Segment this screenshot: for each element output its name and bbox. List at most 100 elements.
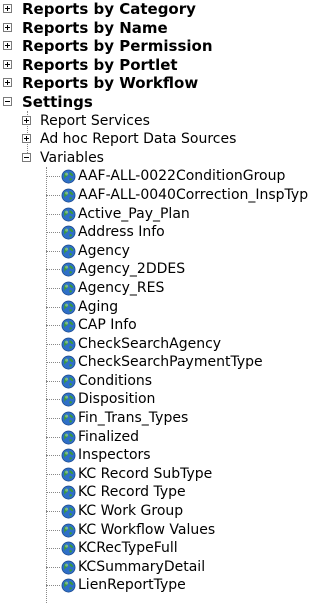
variable-item[interactable]: Active_Pay_Plan <box>0 205 336 224</box>
variable-item-label[interactable]: KC Record SubType <box>78 465 212 484</box>
variable-item-label[interactable]: CheckSearchPaymentType <box>78 353 263 372</box>
tree-item-adhoc-data-sources[interactable]: Ad hoc Report Data Sources <box>0 130 336 149</box>
variable-item[interactable]: Inspectors <box>0 446 336 465</box>
tree-connector-line <box>46 232 60 234</box>
tree-connector-line <box>46 548 60 550</box>
expand-icon[interactable] <box>3 22 12 32</box>
variable-item-label[interactable]: CheckSearchAgency <box>78 335 221 354</box>
tree-connector-line <box>46 566 60 568</box>
variable-item[interactable]: Conditions <box>0 372 336 391</box>
variable-item-label[interactable]: Active_Pay_Plan <box>78 205 190 224</box>
variable-item[interactable]: Disposition <box>0 390 336 409</box>
variable-item-label[interactable]: Disposition <box>78 390 155 409</box>
variable-item-label[interactable]: Conditions <box>78 372 152 391</box>
tree-item-reports-by-name[interactable]: Reports by Name <box>0 19 336 38</box>
variable-item[interactable]: KC Record SubType <box>0 465 336 484</box>
expand-icon[interactable] <box>3 78 12 88</box>
tree-item-label[interactable]: Settings <box>22 93 93 112</box>
tree-item-label[interactable]: Report Services <box>40 112 150 131</box>
expand-icon[interactable] <box>3 41 12 51</box>
tree-connector-line <box>46 250 60 252</box>
globe-icon <box>61 281 76 296</box>
tree-connector-line <box>46 343 60 345</box>
variable-item-label[interactable]: AAF-ALL-0022ConditionGroup <box>78 167 285 186</box>
tree-connector-line <box>46 287 60 289</box>
variable-item-label[interactable]: Fin_Trans_Types <box>78 409 188 428</box>
tree-item-label[interactable]: Reports by Permission <box>22 37 213 56</box>
globe-icon <box>61 485 76 500</box>
tree-connector-line <box>46 529 60 531</box>
variable-item-label[interactable]: Agency_RES <box>78 279 164 298</box>
globe-icon <box>61 169 76 184</box>
variable-item-label[interactable]: AAF-ALL-0040Correction_InspTyp <box>78 186 308 205</box>
tree-item-reports-by-portlet[interactable]: Reports by Portlet <box>0 56 336 75</box>
tree-item-label[interactable]: Reports by Workflow <box>22 74 198 93</box>
variable-item[interactable]: Finalized <box>0 428 336 447</box>
variable-item[interactable]: Fin_Trans_Types <box>0 409 336 428</box>
tree-item-reports-by-workflow[interactable]: Reports by Workflow <box>0 74 336 93</box>
variable-item-label[interactable]: KC Record Type <box>78 483 186 502</box>
variable-item-label[interactable]: KC Work Group <box>78 502 183 521</box>
variable-item[interactable]: KCSummaryDetail <box>0 558 336 577</box>
expand-icon[interactable] <box>22 134 31 144</box>
tree-connector-line <box>46 492 60 494</box>
variable-item[interactable]: CheckSearchPaymentType <box>0 353 336 372</box>
variable-item[interactable]: Address Info <box>0 223 336 242</box>
variable-item[interactable]: CheckSearchAgency <box>0 335 336 354</box>
tree-item-report-services[interactable]: Report Services <box>0 112 336 131</box>
variable-item[interactable]: LienReportType <box>0 576 336 595</box>
tree-connector-line <box>46 213 60 215</box>
variable-item[interactable]: Agency <box>0 242 336 261</box>
variable-item-label[interactable]: Inspectors <box>78 446 151 465</box>
tree-item-reports-by-category[interactable]: Reports by Category <box>0 0 336 19</box>
variable-item-label[interactable]: LienReportType <box>78 576 186 595</box>
globe-icon <box>61 262 76 277</box>
globe-icon <box>61 337 76 352</box>
tree-connector-line <box>46 380 60 382</box>
tree-item-variables[interactable]: Variables <box>0 149 336 168</box>
variable-item[interactable]: CAP Info <box>0 316 336 335</box>
globe-icon <box>61 467 76 482</box>
tree-item-label[interactable]: Variables <box>40 149 104 168</box>
expand-icon[interactable] <box>3 4 12 13</box>
expand-icon[interactable] <box>22 115 31 125</box>
variable-item[interactable]: KC Work Group <box>0 502 336 521</box>
tree-connector-line <box>46 473 60 475</box>
variable-item[interactable]: Aging <box>0 298 336 317</box>
variable-item-label[interactable]: KCSummaryDetail <box>78 558 205 577</box>
tree-item-label[interactable]: Reports by Portlet <box>22 56 178 75</box>
tree-item-label[interactable]: Ad hoc Report Data Sources <box>40 130 236 149</box>
tree-item-reports-by-permission[interactable]: Reports by Permission <box>0 37 336 56</box>
variable-item-label[interactable]: Finalized <box>78 428 139 447</box>
globe-icon <box>61 392 76 407</box>
variable-item[interactable]: Agency_2DDES <box>0 260 336 279</box>
variable-item-label[interactable]: Address Info <box>78 223 165 242</box>
globe-icon <box>61 578 76 593</box>
variable-item[interactable]: KCRecTypeFull <box>0 539 336 558</box>
globe-icon <box>61 541 76 556</box>
variable-item[interactable]: KC Record Type <box>0 483 336 502</box>
variable-item-label[interactable]: KC Workflow Values <box>78 521 215 540</box>
variable-item[interactable]: Agency_RES <box>0 279 336 298</box>
variable-item-label[interactable]: CAP Info <box>78 316 137 335</box>
tree-connector-line <box>46 418 60 420</box>
variable-item[interactable]: AAF-ALL-0022ConditionGroup <box>0 167 336 186</box>
tree-item-label[interactable]: Reports by Category <box>22 0 196 19</box>
collapse-icon[interactable] <box>22 152 31 162</box>
globe-icon <box>61 504 76 519</box>
expand-icon[interactable] <box>3 59 12 69</box>
collapse-icon[interactable] <box>3 96 12 106</box>
tree-item-label[interactable]: Reports by Name <box>22 19 168 38</box>
variable-item-label[interactable]: Agency <box>78 242 130 261</box>
globe-icon <box>61 300 76 315</box>
report-tree: Reports by Category Reports by Name Repo… <box>0 0 336 603</box>
variable-item-label[interactable]: KCRecTypeFull <box>78 539 178 558</box>
tree-item-settings[interactable]: Settings <box>0 93 336 112</box>
variable-item-label[interactable]: Aging <box>78 298 118 317</box>
variable-item-label[interactable]: Agency_2DDES <box>78 260 185 279</box>
tree-connector-line <box>46 194 60 196</box>
globe-icon <box>61 560 76 575</box>
variables-list: AAF-ALL-0022ConditionGroup AAF-ALL-0040Co… <box>0 167 336 595</box>
variable-item[interactable]: KC Workflow Values <box>0 521 336 540</box>
variable-item[interactable]: AAF-ALL-0040Correction_InspTyp <box>0 186 336 205</box>
